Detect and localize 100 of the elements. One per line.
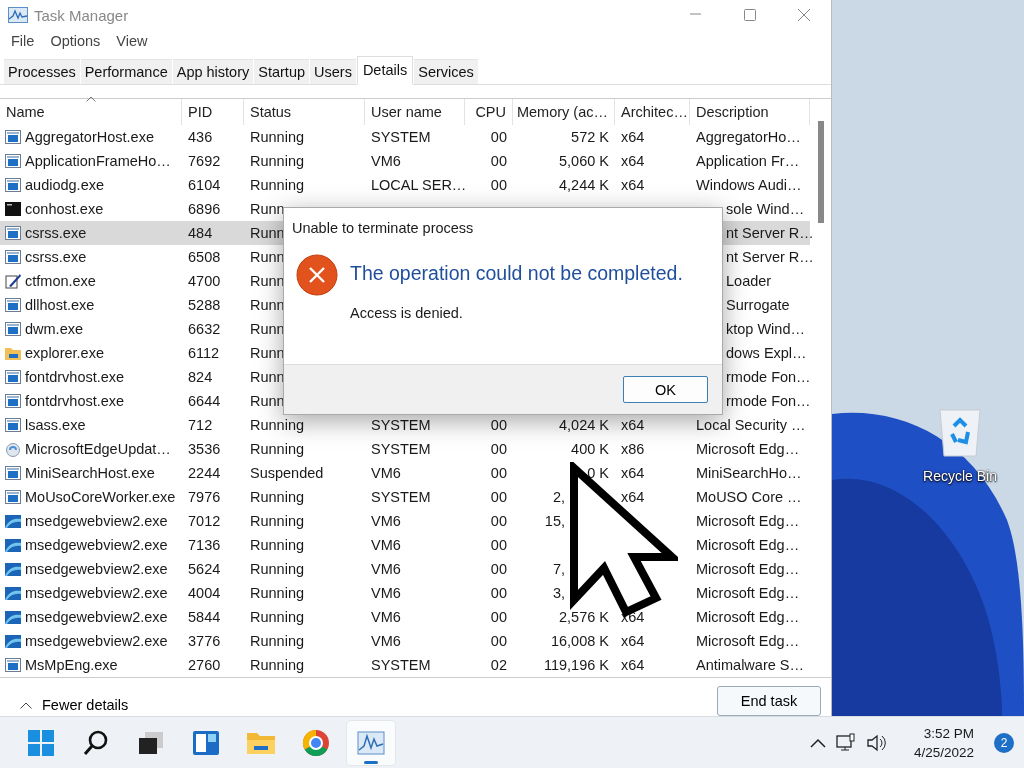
table-cell: x64 — [621, 417, 645, 433]
table-cell: 00 — [490, 609, 507, 625]
table-cell: 2244 — [188, 465, 221, 481]
table-cell: Loader — [726, 273, 772, 289]
table-cell: Microsoft Edg… — [696, 585, 800, 601]
table-cell: VM6 — [371, 537, 401, 553]
table-cell: Running — [250, 609, 304, 625]
table-cell: ktop Wind… — [726, 321, 805, 337]
process-name: conhost.exe — [25, 201, 104, 217]
table-cell: 16,008 K — [550, 633, 609, 649]
table-cell: SYSTEM — [371, 441, 431, 457]
table-cell: 3, — [552, 585, 565, 601]
table-cell: VM6 — [371, 513, 401, 529]
process-name: AggregatorHost.exe — [25, 129, 154, 145]
table-cell: 436 — [188, 129, 213, 145]
table-cell: Runn — [250, 225, 285, 241]
table-cell: Runn — [250, 393, 285, 409]
table-cell: 4004 — [188, 585, 221, 601]
process-name: ApplicationFrameHo… — [25, 153, 171, 169]
table-cell: 00 — [490, 537, 507, 553]
table-cell: 7, — [552, 561, 565, 577]
dialog-message: Access is denied. — [350, 305, 464, 321]
table-cell: SYSTEM — [371, 657, 431, 673]
table-cell: x64 — [621, 465, 645, 481]
table-cell: 2760 — [188, 657, 221, 673]
table-cell: 5844 — [188, 609, 221, 625]
table-cell: 6104 — [188, 177, 221, 193]
table-cell: 00 — [490, 441, 507, 457]
table-cell: Running — [250, 537, 304, 553]
table-cell: Antimalware S… — [696, 657, 804, 673]
table-cell: 712 — [188, 417, 213, 433]
table-cell: 4700 — [188, 273, 221, 289]
process-name: msedgewebview2.exe — [25, 609, 168, 625]
table-cell: x64 — [621, 129, 645, 145]
process-name: MsMpEng.exe — [25, 657, 118, 673]
table-cell: 00 — [490, 633, 507, 649]
table-cell: 6508 — [188, 249, 221, 265]
table-cell: sole Wind… — [726, 201, 805, 217]
process-name: msedgewebview2.exe — [25, 633, 168, 649]
table-cell: SYSTEM — [371, 417, 431, 433]
table-cell: Runn — [250, 345, 285, 361]
table-cell: Runn — [250, 273, 285, 289]
process-name: ctfmon.exe — [25, 273, 96, 289]
table-cell: 2, — [552, 489, 565, 505]
table-cell: Running — [250, 657, 304, 673]
dialog-title: Unable to terminate process — [291, 219, 475, 236]
table-cell: Running — [250, 633, 304, 649]
table-cell: AggregatorHo… — [696, 129, 801, 145]
table-cell: Application Fr… — [696, 153, 800, 169]
process-name: csrss.exe — [25, 225, 87, 241]
table-cell: 00 — [490, 585, 507, 601]
table-cell: 00 — [490, 417, 507, 433]
table-cell: 5,060 K — [559, 153, 609, 169]
table-cell: 5288 — [188, 297, 221, 313]
table-cell: 00 — [490, 177, 507, 193]
process-name: fontdrvhost.exe — [25, 393, 125, 409]
table-cell: Running — [250, 417, 304, 433]
process-name: MicrosoftEdgeUpdat… — [25, 441, 171, 457]
process-name: msedgewebview2.exe — [25, 537, 168, 553]
table-cell: 6896 — [188, 201, 221, 217]
table-cell: 6112 — [188, 345, 220, 361]
table-cell: VM6 — [371, 585, 401, 601]
window-title: Task Manager — [34, 6, 130, 24]
process-name: explorer.exe — [25, 345, 104, 361]
process-name: MiniSearchHost.exe — [25, 465, 155, 481]
process-name: MoUsoCoreWorker.exe — [25, 489, 176, 505]
table-cell: Microsoft Edg… — [696, 537, 800, 553]
table-cell: Runn — [250, 249, 285, 265]
process-name: msedgewebview2.exe — [25, 561, 168, 577]
table-cell: Microsoft Edg… — [696, 441, 800, 457]
table-cell: Running — [250, 441, 304, 457]
table-cell: Runn — [250, 321, 285, 337]
table-cell: 15, — [544, 513, 565, 529]
table-cell: 7976 — [188, 489, 221, 505]
table-cell: VM6 — [371, 153, 401, 169]
table-cell: x86 — [621, 441, 645, 457]
process-name: msedgewebview2.exe — [25, 585, 168, 601]
table-cell: 7692 — [188, 153, 221, 169]
table-cell: x64 — [621, 153, 645, 169]
table-cell: 0 K — [587, 465, 609, 481]
table-cell: 02 — [490, 657, 507, 673]
table-cell: 484 — [188, 225, 213, 241]
process-name: csrss.exe — [25, 249, 87, 265]
table-cell: Microsoft Edg… — [696, 633, 800, 649]
table-cell: 00 — [490, 561, 507, 577]
table-cell: Running — [250, 129, 304, 145]
table-cell: x64 — [621, 657, 645, 673]
process-name: lsass.exe — [25, 417, 86, 433]
table-cell: dows Expl… — [726, 345, 807, 361]
table-cell: VM6 — [371, 465, 401, 481]
table-cell: Running — [250, 489, 304, 505]
process-name: dllhost.exe — [25, 297, 95, 313]
table-cell: Running — [250, 177, 304, 193]
table-cell: 00 — [490, 489, 507, 505]
table-cell: Running — [250, 513, 304, 529]
table-cell: 3776 — [188, 633, 221, 649]
table-cell: x64 — [621, 177, 645, 193]
table-cell: 00 — [490, 153, 507, 169]
table-cell: 7136 — [188, 537, 221, 553]
process-name: audiodg.exe — [25, 177, 104, 193]
